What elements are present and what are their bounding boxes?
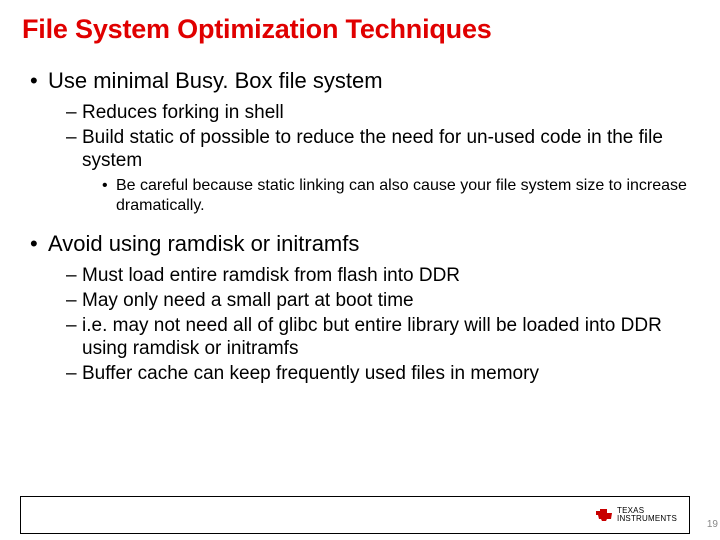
bullet-list: Use minimal Busy. Box file system Reduce…: [30, 67, 698, 216]
bullet-item: i.e. may not need all of glibc but entir…: [66, 314, 698, 360]
bullet-item: Reduces forking in shell: [66, 101, 698, 124]
bullet-text: i.e. may not need all of glibc but entir…: [82, 315, 662, 359]
bullet-item: Be careful because static linking can al…: [102, 176, 698, 216]
bullet-text: Buffer cache can keep frequently used fi…: [82, 363, 539, 384]
bullet-list-sub: Must load entire ramdisk from flash into…: [66, 264, 698, 386]
footer-box: TEXAS INSTRUMENTS: [20, 496, 690, 534]
bullet-text: Build static of possible to reduce the n…: [82, 127, 663, 171]
ti-chip-icon: [595, 508, 613, 522]
page-number: 19: [707, 519, 718, 530]
ti-logo: TEXAS INSTRUMENTS: [595, 507, 677, 523]
ti-text-line2: INSTRUMENTS: [617, 515, 677, 523]
bullet-item: Use minimal Busy. Box file system Reduce…: [30, 67, 698, 216]
bullet-text: Use minimal Busy. Box file system: [48, 68, 383, 93]
bullet-item: Build static of possible to reduce the n…: [66, 126, 698, 216]
bullet-item: Avoid using ramdisk or initramfs Must lo…: [30, 230, 698, 385]
bullet-text: Be careful because static linking can al…: [116, 177, 687, 214]
bullet-list-sub: Reduces forking in shell Build static of…: [66, 101, 698, 217]
slide: File System Optimization Techniques Use …: [0, 0, 720, 540]
bullet-item: Must load entire ramdisk from flash into…: [66, 264, 698, 287]
bullet-text: Avoid using ramdisk or initramfs: [48, 231, 359, 256]
bullet-item: Buffer cache can keep frequently used fi…: [66, 362, 698, 385]
bullet-list: Avoid using ramdisk or initramfs Must lo…: [30, 230, 698, 385]
slide-title: File System Optimization Techniques: [22, 14, 698, 45]
ti-logo-text: TEXAS INSTRUMENTS: [617, 507, 677, 523]
bullet-text: Must load entire ramdisk from flash into…: [82, 265, 460, 286]
bullet-list-subsub: Be careful because static linking can al…: [102, 176, 698, 216]
bullet-item: May only need a small part at boot time: [66, 289, 698, 312]
bullet-text: May only need a small part at boot time: [82, 290, 414, 311]
spacer: [22, 220, 698, 230]
bullet-text: Reduces forking in shell: [82, 102, 284, 123]
